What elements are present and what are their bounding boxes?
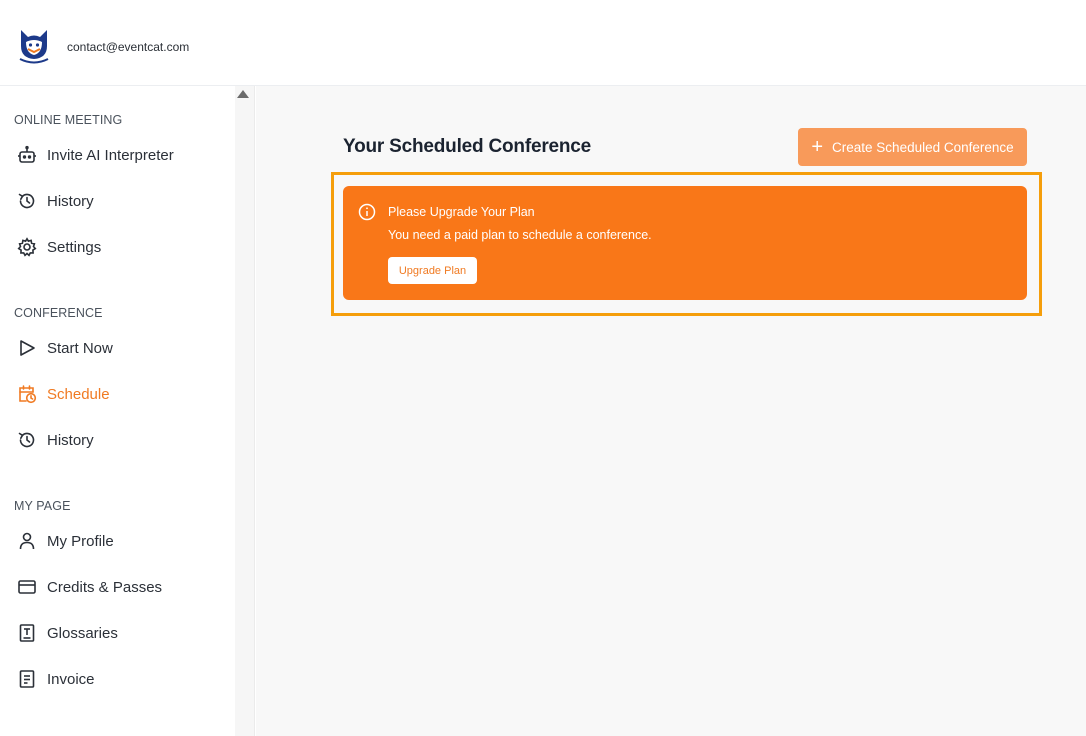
card-icon: [16, 576, 38, 598]
sidebar-item-label: Settings: [47, 238, 102, 256]
create-button-label: Create Scheduled Conference: [832, 139, 1014, 155]
alert-message: You need a paid plan to schedule a confe…: [388, 228, 652, 242]
user-icon: [16, 530, 38, 552]
sidebar-item-label: Start Now: [47, 339, 113, 357]
gear-icon: [16, 236, 38, 258]
sidebar-item-label: Glossaries: [47, 624, 118, 642]
sidebar-item-label: History: [47, 192, 94, 210]
info-icon: [358, 203, 376, 221]
cat-logo-icon[interactable]: [17, 26, 51, 64]
sidebar-item-start-now[interactable]: Start Now: [0, 330, 235, 366]
alert-title: Please Upgrade Your Plan: [388, 205, 535, 219]
main-content: Your Scheduled Conference + Create Sched…: [256, 86, 1086, 736]
sidebar-item-invite-ai-interpreter[interactable]: Invite AI Interpreter: [0, 137, 235, 173]
top-bar: contact@eventcat.com: [0, 0, 1086, 86]
section-title-conference: CONFERENCE: [14, 306, 103, 320]
scroll-up-arrow-icon[interactable]: [237, 90, 249, 98]
sidebar-item-credits-passes[interactable]: Credits & Passes: [0, 569, 235, 605]
sidebar-item-label: History: [47, 431, 94, 449]
create-scheduled-conference-button[interactable]: + Create Scheduled Conference: [798, 128, 1027, 166]
plus-icon: +: [811, 136, 824, 158]
sidebar-item-label: Invoice: [47, 670, 95, 688]
sidebar-item-settings[interactable]: Settings: [0, 229, 235, 265]
account-email: contact@eventcat.com: [67, 40, 190, 54]
page-title: Your Scheduled Conference: [343, 136, 592, 157]
sidebar-item-label: Schedule: [47, 385, 110, 403]
sidebar-item-glossaries[interactable]: Glossaries: [0, 615, 235, 651]
sidebar-scrollbar[interactable]: [235, 86, 255, 736]
sidebar-item-label: Credits & Passes: [47, 578, 163, 596]
calendar-clock-icon: [16, 383, 38, 405]
sidebar-item-label: My Profile: [47, 532, 114, 550]
sidebar-item-meeting-history[interactable]: History: [0, 183, 235, 219]
upgrade-plan-button[interactable]: Upgrade Plan: [388, 257, 477, 284]
sidebar: ONLINE MEETING Invite AI Interpreter His…: [0, 86, 235, 736]
history-icon: [16, 190, 38, 212]
play-icon: [16, 337, 38, 359]
upgrade-alert: Please Upgrade Your Plan You need a paid…: [343, 186, 1027, 300]
history-icon: [16, 429, 38, 451]
sidebar-item-label: Invite AI Interpreter: [47, 146, 174, 164]
sidebar-item-conference-history[interactable]: History: [0, 422, 235, 458]
sidebar-item-my-profile[interactable]: My Profile: [0, 523, 235, 559]
section-title-my-page: MY PAGE: [14, 499, 71, 513]
sidebar-item-invoice[interactable]: Invoice: [0, 661, 235, 697]
invoice-icon: [16, 668, 38, 690]
section-title-online-meeting: ONLINE MEETING: [14, 113, 123, 127]
robot-icon: [16, 144, 38, 166]
glossary-icon: [16, 622, 38, 644]
sidebar-item-schedule[interactable]: Schedule: [0, 376, 235, 412]
